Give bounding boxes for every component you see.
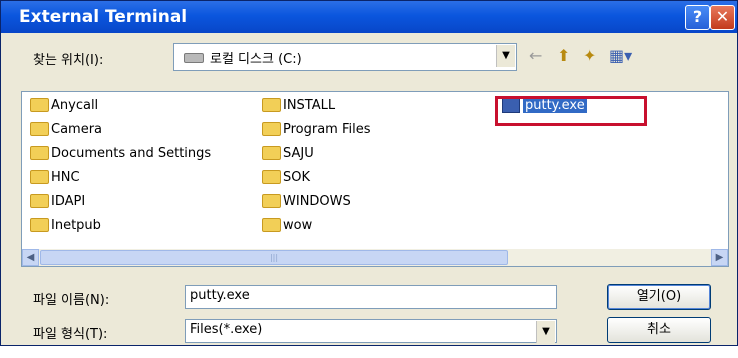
list-item[interactable]: SOK	[262, 168, 310, 188]
look-in-dropdown[interactable]: 로컬 디스크 (C:) ▼	[173, 43, 517, 71]
chevron-down-icon[interactable]: ▼	[496, 45, 515, 67]
horizontal-scrollbar[interactable]: ◀ ||| ▶	[22, 249, 728, 266]
scroll-right-icon[interactable]: ▶	[711, 249, 728, 266]
look-in-label: 찾는 위치(I):	[33, 53, 104, 68]
open-button[interactable]: 열기(O)	[607, 284, 711, 310]
folder-icon	[262, 121, 281, 136]
folder-icon	[262, 217, 281, 232]
folder-icon	[262, 193, 281, 208]
folder-icon	[30, 169, 49, 184]
up-folder-icon[interactable]: ⬆	[557, 46, 570, 65]
back-icon[interactable]: ←	[529, 46, 542, 65]
filename-input[interactable]: putty.exe	[185, 285, 557, 309]
list-item[interactable]: Documents and Settings	[30, 144, 211, 164]
list-item[interactable]: HNC	[30, 168, 80, 188]
help-button[interactable]: ?	[685, 5, 710, 30]
filetype-label: 파일 형식(T):	[33, 327, 108, 342]
list-item[interactable]: WINDOWS	[262, 192, 351, 212]
new-folder-icon[interactable]: ✦	[583, 46, 596, 65]
filetype-dropdown[interactable]: Files(*.exe) ▼	[185, 319, 557, 343]
folder-icon	[262, 169, 281, 184]
list-item[interactable]: INSTALL	[262, 96, 335, 116]
folder-icon	[30, 193, 49, 208]
folder-icon	[262, 97, 281, 112]
file-list[interactable]: Anycall Camera Documents and Settings HN…	[21, 91, 729, 267]
folder-icon	[262, 145, 281, 160]
filetype-value: Files(*.exe)	[190, 322, 263, 337]
folder-icon	[30, 97, 49, 112]
list-item[interactable]: Camera	[30, 120, 102, 140]
folder-icon	[30, 217, 49, 232]
list-item[interactable]: Inetpub	[30, 216, 101, 236]
dialog-title: External Terminal	[19, 7, 188, 27]
list-item[interactable]: Anycall	[30, 96, 98, 116]
cancel-button[interactable]: 취소	[607, 317, 711, 343]
title-bar[interactable]: External Terminal ? ✕	[1, 1, 737, 33]
folder-icon	[30, 121, 49, 136]
list-item[interactable]: wow	[262, 216, 312, 236]
look-in-value: 로컬 디스크 (C:)	[210, 52, 302, 67]
views-menu-icon[interactable]: ▦▾	[609, 46, 632, 65]
highlight-box	[495, 96, 647, 126]
dialog-window: External Terminal ? ✕ 찾는 위치(I): 로컬 디스크 (…	[0, 0, 738, 346]
list-item[interactable]: Program Files	[262, 120, 371, 140]
drive-icon	[184, 53, 204, 63]
list-item[interactable]: SAJU	[262, 144, 314, 164]
close-button[interactable]: ✕	[710, 5, 735, 30]
chevron-down-icon[interactable]: ▼	[536, 321, 555, 343]
scroll-left-icon[interactable]: ◀	[22, 249, 39, 266]
scroll-thumb[interactable]: |||	[40, 250, 508, 265]
list-item[interactable]: IDAPI	[30, 192, 85, 212]
filename-label: 파일 이름(N):	[33, 293, 110, 308]
folder-icon	[30, 145, 49, 160]
